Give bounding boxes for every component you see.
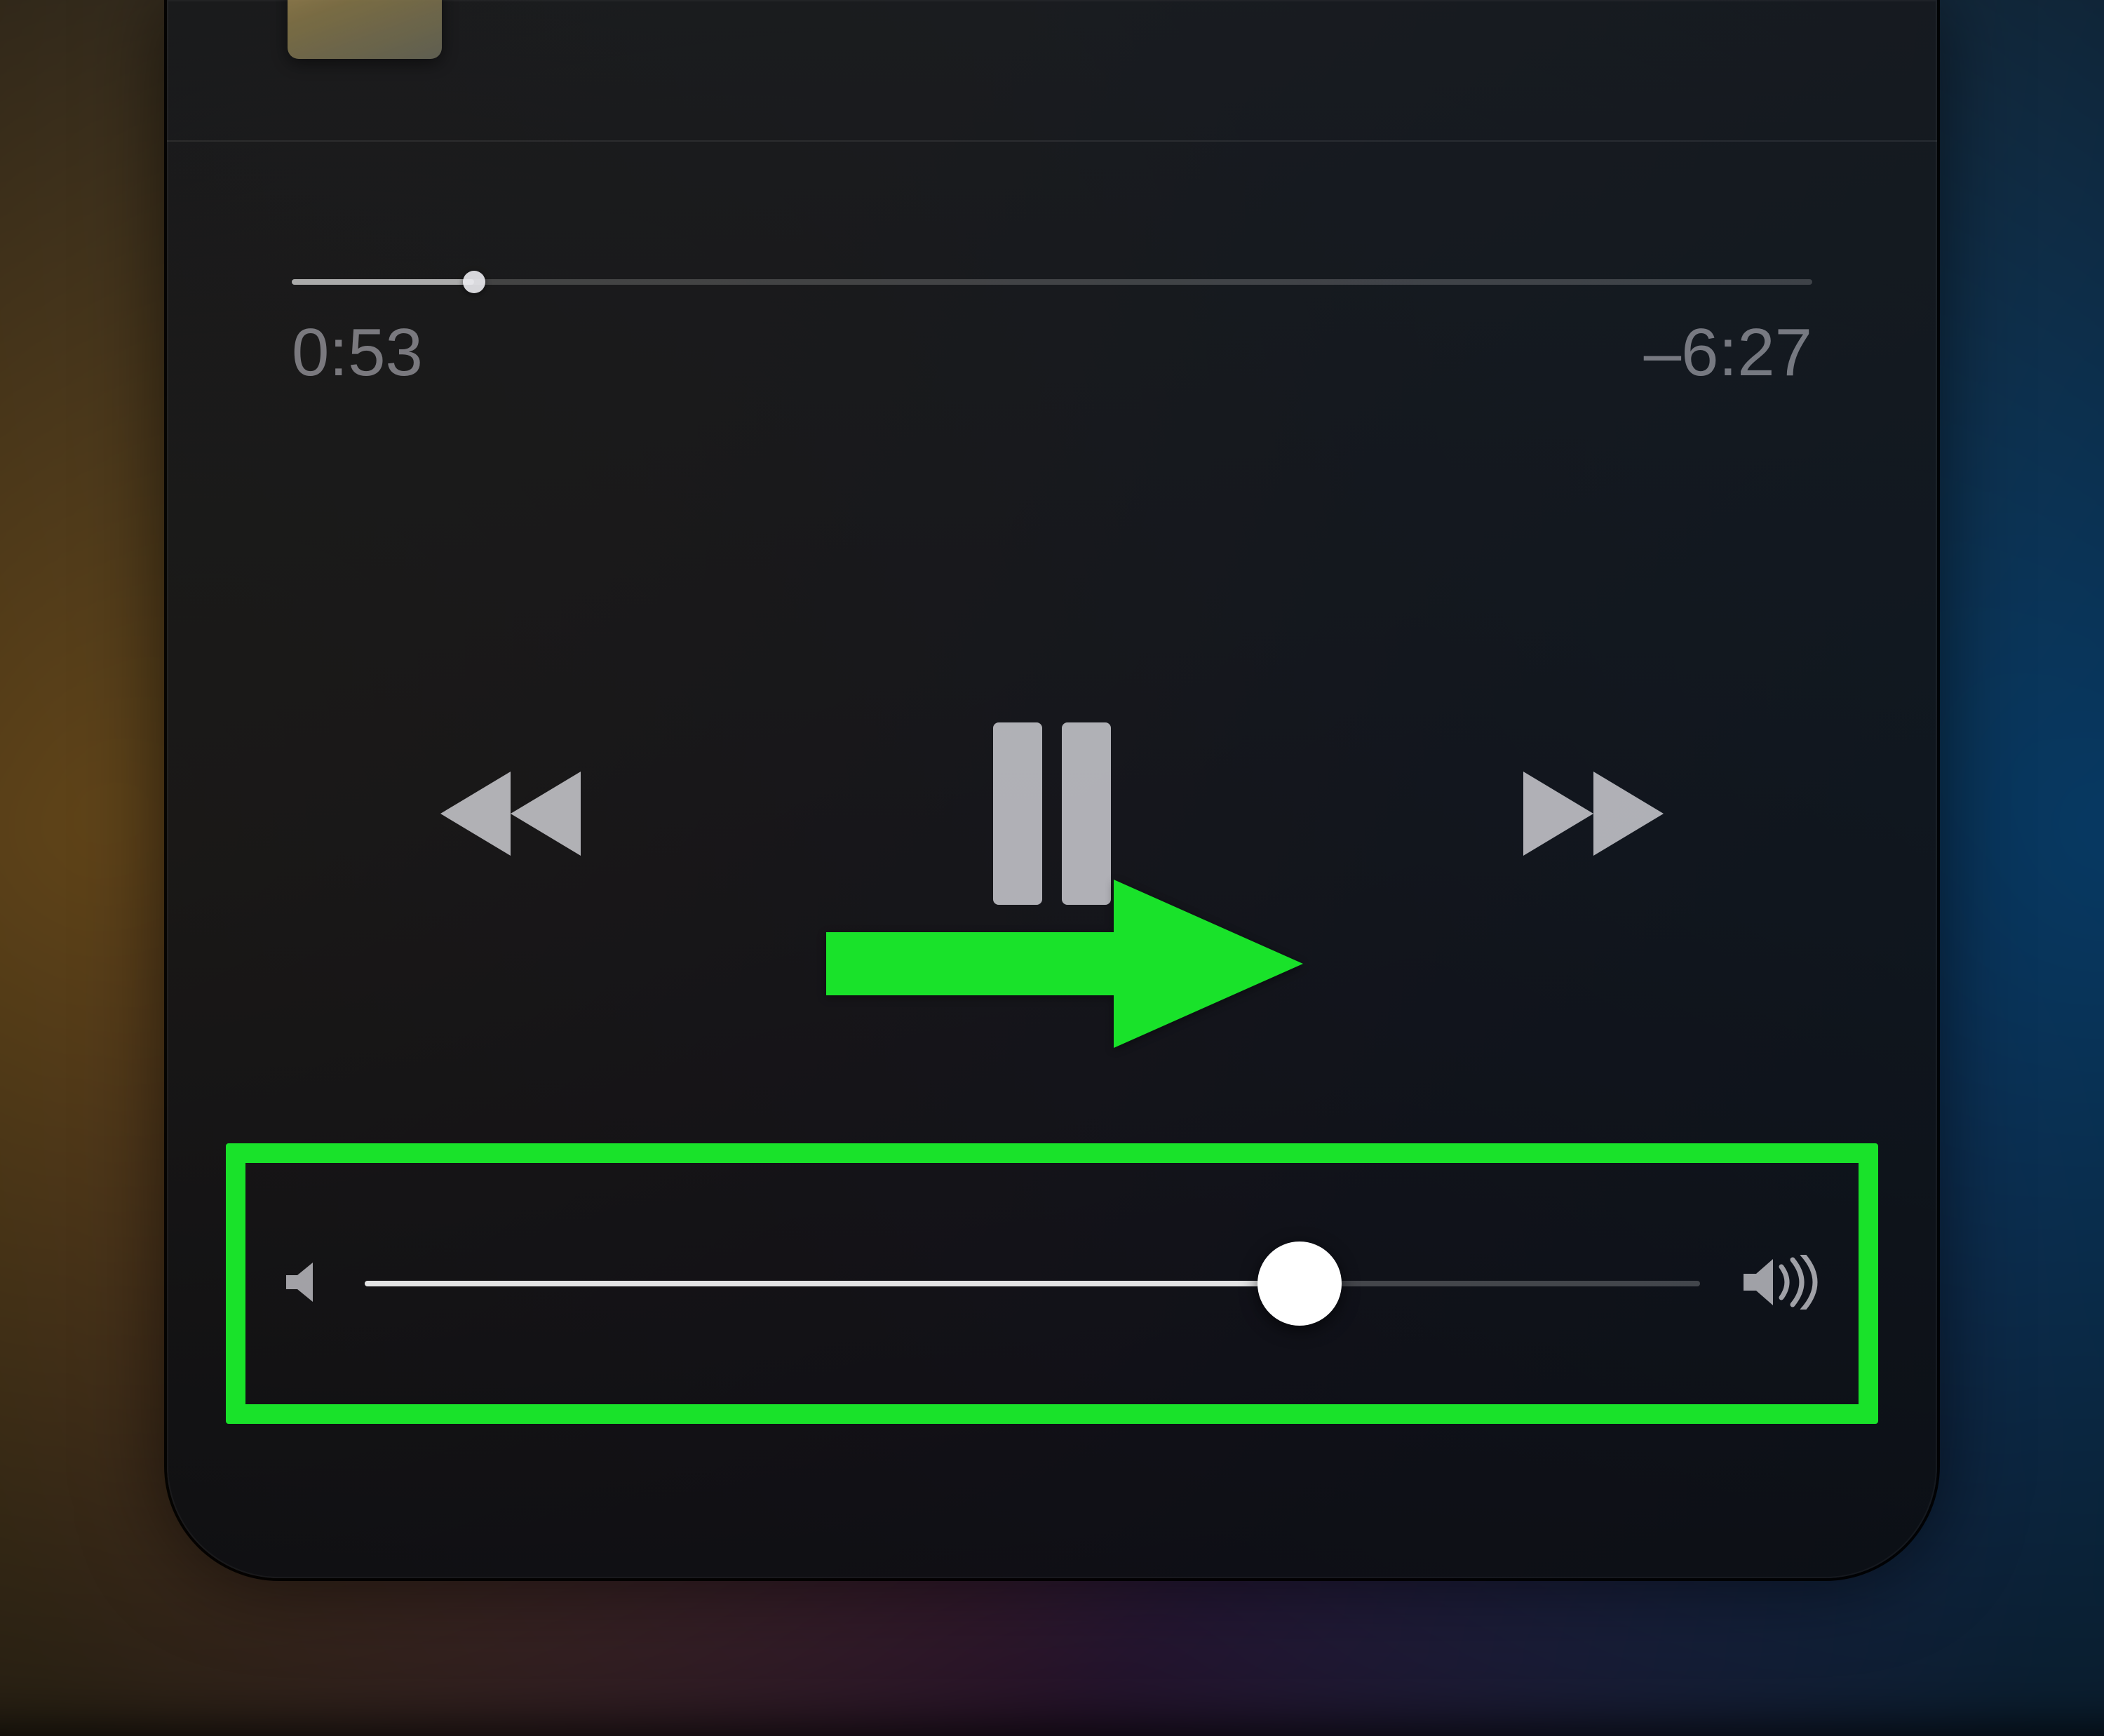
- fast-forward-button[interactable]: [1516, 765, 1671, 863]
- volume-fill: [365, 1281, 1300, 1286]
- volume-slider[interactable]: [365, 1279, 1700, 1288]
- scrubber-thumb[interactable]: [463, 271, 485, 293]
- album-art-thumbnail[interactable]: [288, 0, 442, 59]
- transport-controls: [167, 722, 1937, 905]
- remaining-time-label: –6:27: [1644, 314, 1812, 391]
- volume-high-icon: [1742, 1255, 1819, 1313]
- volume-row: [285, 1234, 1819, 1333]
- pause-icon: [982, 722, 1122, 905]
- volume-low-icon: [285, 1260, 323, 1308]
- fast-forward-icon: [1516, 765, 1671, 863]
- rewind-icon: [433, 765, 588, 863]
- scrubber-track: [292, 279, 1812, 285]
- scrubber-fill: [292, 279, 474, 285]
- rewind-button[interactable]: [433, 765, 588, 863]
- play-pause-button[interactable]: [982, 722, 1122, 905]
- elapsed-time-label: 0:53: [292, 314, 423, 391]
- volume-thumb[interactable]: [1257, 1242, 1342, 1326]
- playback-scrubber[interactable]: [292, 278, 1812, 286]
- now-playing-panel: 0:53 –6:27: [167, 0, 1937, 1578]
